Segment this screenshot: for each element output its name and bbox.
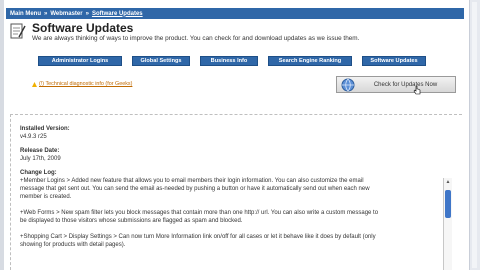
window-left-edge bbox=[0, 0, 4, 270]
change-log-entry: +Web Forms > New spam filter lets you bl… bbox=[20, 209, 450, 225]
tab-business-info[interactable]: Business Info bbox=[200, 56, 258, 66]
change-log-line: +Web Forms > New spam filter lets you bl… bbox=[20, 210, 379, 216]
breadcrumb-webmaster[interactable]: Webmaster bbox=[50, 11, 82, 17]
change-log-line: message that get sent out. You can send … bbox=[20, 186, 370, 192]
document-pen-icon bbox=[10, 23, 26, 39]
content-frame-top bbox=[10, 114, 462, 115]
page-subtitle: We are always thinking of ways to improv… bbox=[32, 35, 360, 42]
release-date-label: Release Date: bbox=[20, 148, 60, 154]
check-for-updates-button[interactable]: Check for Updates Now bbox=[336, 76, 456, 93]
page-scrollbar[interactable] bbox=[469, 0, 480, 270]
page-title: Software Updates bbox=[32, 21, 134, 35]
tab-software-updates[interactable]: Software Updates bbox=[362, 56, 426, 66]
breadcrumb-main-menu[interactable]: Main Menu bbox=[10, 11, 41, 17]
installed-version-value: v4.9.3 r25 bbox=[20, 134, 47, 140]
page-header: Software Updates We are always thinking … bbox=[10, 22, 359, 44]
tab-search-engine-ranking[interactable]: Search Engine Ranking bbox=[268, 56, 352, 66]
warning-icon bbox=[32, 81, 37, 87]
technical-info-link[interactable]: (!) Technical diagnostic info (for Geeks… bbox=[32, 81, 132, 87]
change-log-label: Change Log: bbox=[20, 170, 57, 176]
release-date-value: July 17th, 2009 bbox=[20, 156, 61, 162]
update-details: Installed Version: v4.9.3 r25 Release Da… bbox=[20, 125, 450, 257]
tab-global-settings[interactable]: Global Settings bbox=[132, 56, 190, 66]
update-globe-icon bbox=[341, 78, 355, 91]
content-frame-left bbox=[10, 114, 11, 270]
change-log-entry: +Shopping Cart > Display Settings > Can … bbox=[20, 233, 450, 249]
breadcrumb-separator: » bbox=[85, 10, 89, 17]
page-scrollbar-track[interactable] bbox=[472, 2, 477, 268]
change-log-line: showing for products with detail pages). bbox=[20, 242, 126, 248]
changelog-scrollbar[interactable]: ▲ bbox=[443, 178, 452, 270]
technical-info-link-label[interactable]: (!) Technical diagnostic info (for Geeks… bbox=[39, 81, 132, 87]
section-tabs: Administrator Logins Global Settings Bus… bbox=[38, 56, 438, 66]
installed-version-label: Installed Version: bbox=[20, 126, 70, 132]
breadcrumb-separator: » bbox=[44, 10, 48, 17]
change-log-line: +Member Logins > Added new feature that … bbox=[20, 178, 364, 184]
hand-pointer-icon bbox=[413, 86, 421, 95]
breadcrumb-software-updates[interactable]: Software Updates bbox=[92, 11, 143, 17]
changelog-scroll-thumb[interactable] bbox=[445, 190, 451, 218]
change-log-line: +Shopping Cart > Display Settings > Can … bbox=[20, 234, 376, 240]
tab-administrator-logins[interactable]: Administrator Logins bbox=[38, 56, 122, 66]
change-log-entry: +Member Logins > Added new feature that … bbox=[20, 177, 450, 201]
change-log-line: be displayed to those visitors whose sub… bbox=[20, 218, 243, 224]
scroll-up-icon[interactable]: ▲ bbox=[445, 179, 451, 185]
change-log-line: member is created. bbox=[20, 194, 72, 200]
breadcrumb: Main Menu » Webmaster » Software Updates bbox=[6, 8, 464, 19]
check-for-updates-label: Check for Updates Now bbox=[373, 81, 438, 88]
